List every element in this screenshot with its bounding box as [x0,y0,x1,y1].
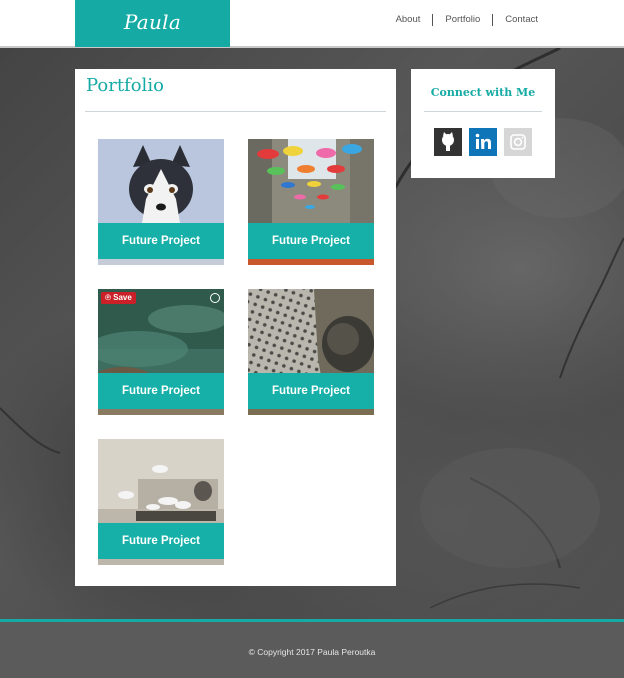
pinterest-icon: ℗ [105,293,111,302]
nav-link-about[interactable]: About [384,14,433,26]
connect-divider [424,111,542,112]
github-icon [442,132,454,151]
title-divider [85,111,386,112]
portfolio-item-metal[interactable]: Future Project [248,289,374,415]
project-label[interactable]: Future Project [98,373,224,409]
instagram-icon [510,134,526,150]
site-header: Paula Peroutka About Portfolio Contact [0,0,624,78]
nav-link-portfolio[interactable]: Portfolio [432,14,492,26]
save-label: Save [113,293,132,302]
project-label[interactable]: Future Project [98,223,224,259]
portfolio-item-husky[interactable]: Future Project [98,139,224,265]
copyright-text: © Copyright 2017 Paula Peroutka [248,647,376,657]
linkedin-link[interactable] [469,128,497,156]
project-label[interactable]: Future Project [248,223,374,259]
expand-icon[interactable] [210,293,220,303]
linkedin-icon [475,133,491,149]
portfolio-item-umbrellas[interactable]: Future Project [248,139,374,265]
connect-title: Connect with Me [430,86,536,99]
site-logo[interactable]: Paula Peroutka [75,0,230,78]
portfolio-item-birds[interactable]: Future Project [98,439,224,565]
main-nav: About Portfolio Contact [384,14,538,26]
portfolio-title: Portfolio [86,75,164,96]
project-label[interactable]: Future Project [248,373,374,409]
instagram-link[interactable] [504,128,532,156]
connect-card: Connect with Me [411,69,555,178]
portfolio-card: Portfolio Future Project Future Project … [75,69,396,586]
nav-link-contact[interactable]: Contact [492,14,538,26]
pinterest-save-button[interactable]: ℗ Save [101,292,136,304]
github-link[interactable] [434,128,462,156]
project-label[interactable]: Future Project [98,523,224,559]
portfolio-item-water[interactable]: ℗ Save Future Project [98,289,224,415]
site-footer: © Copyright 2017 Paula Peroutka [0,619,624,678]
